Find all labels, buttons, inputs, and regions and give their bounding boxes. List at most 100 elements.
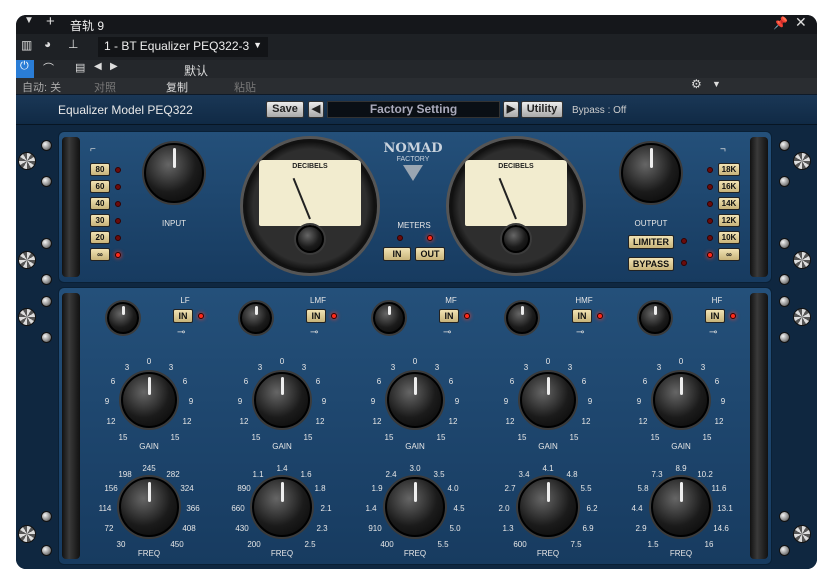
screw — [41, 511, 52, 522]
gain-label: GAIN — [538, 442, 558, 451]
routing-icon[interactable]: ⊥ — [68, 37, 78, 51]
freq-knob[interactable] — [385, 477, 445, 537]
prev-preset-button[interactable]: ◀ — [308, 101, 324, 118]
screw — [41, 176, 52, 187]
low-cut-option[interactable]: ∞ — [90, 248, 110, 261]
freq-knob[interactable] — [518, 477, 578, 537]
pin-icon[interactable]: 📌 — [773, 16, 788, 30]
gain-knob[interactable] — [653, 372, 709, 428]
chevron-down-icon: ▼ — [253, 40, 262, 50]
input-knob[interactable] — [144, 143, 204, 203]
high-cut-icon: ¬ — [720, 144, 726, 155]
freq-knob[interactable] — [119, 477, 179, 537]
gain-tick-label: 3 — [523, 363, 529, 372]
preset-display[interactable]: Factory Setting — [327, 101, 500, 118]
q-knob[interactable] — [506, 302, 538, 334]
low-cut-option[interactable]: 40 — [90, 197, 110, 210]
freq-tick-label: 1.6 — [300, 470, 312, 479]
q-knob[interactable] — [107, 302, 139, 334]
freq-knob[interactable] — [252, 477, 312, 537]
prev-preset-icon[interactable]: ◀ — [94, 61, 102, 72]
preset-label[interactable]: 默认 — [184, 62, 208, 79]
output-knob[interactable] — [621, 143, 681, 203]
screw — [41, 296, 52, 307]
high-cut-option[interactable]: 14K — [718, 197, 740, 210]
gain-tick-label: 0 — [279, 357, 285, 366]
q-knob[interactable] — [240, 302, 272, 334]
auto-label[interactable]: 自动: 关 — [22, 79, 61, 95]
paste-button[interactable]: 粘贴 — [234, 79, 256, 95]
high-cut-option[interactable]: 12K — [718, 214, 740, 227]
freq-tick-label: 7.3 — [651, 470, 663, 479]
screw — [779, 545, 790, 556]
band-in-button[interactable]: IN — [306, 309, 326, 323]
low-cut-icon: ⌐ — [90, 144, 96, 155]
band-in-button[interactable]: IN — [173, 309, 193, 323]
freq-tick-label: 1.5 — [647, 540, 659, 549]
plugin-instance-select[interactable]: 1 - BT Equalizer PEQ322-3 ▼ — [98, 37, 268, 57]
gain-knob[interactable] — [254, 372, 310, 428]
meter-in-button[interactable]: IN — [383, 247, 411, 261]
file-icon[interactable]: ▤ — [75, 61, 85, 74]
gain-tick-label: 9 — [454, 397, 460, 406]
gain-knob[interactable] — [387, 372, 443, 428]
chevron-down-icon[interactable]: ▼ — [712, 79, 721, 89]
fan-icon — [18, 251, 36, 269]
save-button[interactable]: Save — [266, 101, 304, 118]
freq-tick-label: 1.1 — [252, 470, 264, 479]
fan-icon — [18, 308, 36, 326]
wave-icon[interactable]: ⌒ — [43, 60, 54, 76]
band-in-button[interactable]: IN — [705, 309, 725, 323]
copy-button[interactable]: 复制 — [166, 79, 188, 95]
gain-tick-label: 12 — [638, 417, 648, 426]
add-icon[interactable]: + — [46, 15, 55, 30]
freq-tick-label: 5.5 — [437, 540, 449, 549]
meter-cap — [296, 225, 324, 253]
low-cut-led — [115, 252, 121, 258]
freq-knob[interactable] — [651, 477, 711, 537]
freq-tick-label: 16 — [704, 540, 714, 549]
meter-out-led — [427, 235, 433, 241]
band-in-button[interactable]: IN — [439, 309, 459, 323]
high-cut-option[interactable]: 18K — [718, 163, 740, 176]
q-knob[interactable] — [639, 302, 671, 334]
gain-tick-label: 12 — [315, 417, 325, 426]
low-cut-option[interactable]: 30 — [90, 214, 110, 227]
high-cut-option[interactable]: 16K — [718, 180, 740, 193]
freq-tick-label: 2.9 — [635, 524, 647, 533]
gain-tick-label: 9 — [636, 397, 642, 406]
high-cut-led — [707, 167, 713, 173]
gain-tick-label: 9 — [104, 397, 110, 406]
high-cut-option[interactable]: ∞ — [718, 248, 740, 261]
low-cut-option[interactable]: 60 — [90, 180, 110, 193]
gain-tick-label: 3 — [257, 363, 263, 372]
gear-icon[interactable]: ⚙ — [691, 77, 702, 91]
next-preset-icon[interactable]: ▶ — [110, 61, 118, 72]
compare-button[interactable]: 对照 — [94, 79, 116, 95]
freq-tick-label: 156 — [104, 484, 118, 493]
q-knob[interactable] — [373, 302, 405, 334]
mixer-icon[interactable]: ▥ — [21, 38, 32, 52]
meter-out-button[interactable]: OUT — [415, 247, 445, 261]
limiter-button[interactable]: LIMITER — [628, 235, 674, 249]
bypass-button[interactable]: BYPASS — [628, 257, 674, 271]
freq-tick-label: 3.0 — [409, 464, 421, 473]
dropdown-arrow-icon[interactable]: ▼ — [24, 15, 34, 26]
limiter-led — [681, 238, 687, 244]
close-icon[interactable]: ✕ — [795, 15, 807, 31]
band-in-button[interactable]: IN — [572, 309, 592, 323]
low-cut-option[interactable]: 80 — [90, 163, 110, 176]
screw — [779, 238, 790, 249]
next-preset-button[interactable]: ▶ — [503, 101, 519, 118]
low-cut-option[interactable]: 20 — [90, 231, 110, 244]
gain-tick-label: 6 — [448, 377, 454, 386]
record-icon[interactable]: ◕ — [44, 37, 51, 51]
freq-tick-label: 72 — [104, 524, 114, 533]
gain-label: GAIN — [405, 442, 425, 451]
gain-knob[interactable] — [121, 372, 177, 428]
freq-tick-label: 408 — [182, 524, 196, 533]
model-title: Equalizer Model PEQ322 — [58, 103, 193, 117]
high-cut-option[interactable]: 10K — [718, 231, 740, 244]
gain-knob[interactable] — [520, 372, 576, 428]
utility-button[interactable]: Utility — [521, 101, 563, 118]
